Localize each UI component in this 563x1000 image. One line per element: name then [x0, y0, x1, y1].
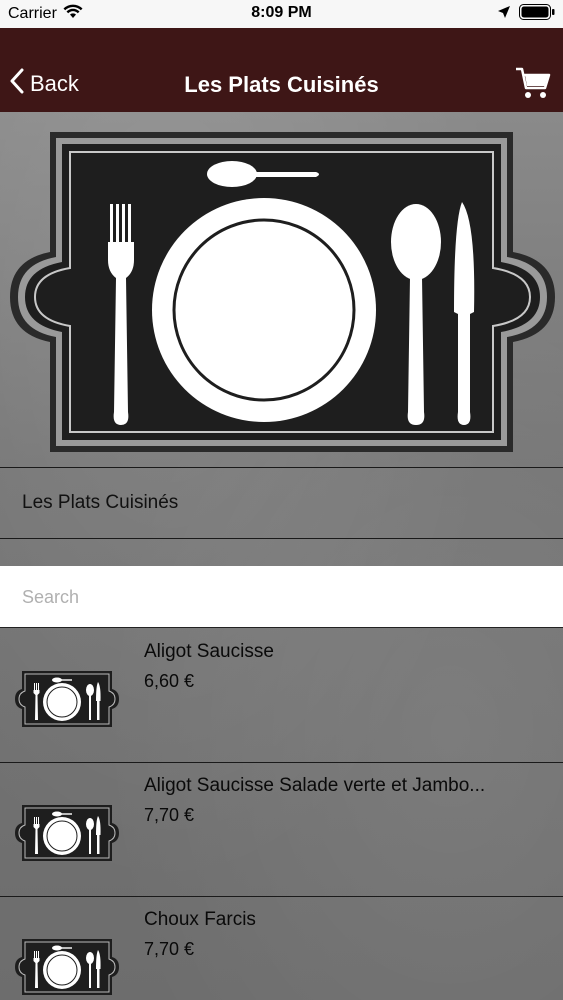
cart-icon — [515, 67, 551, 104]
item-name: Aligot Saucisse — [144, 641, 274, 662]
placemat-illustration — [10, 132, 555, 452]
product-list: Aligot Saucisse 6,60 € Aligot Saucisse S… — [0, 629, 563, 1000]
status-right — [497, 4, 555, 25]
list-item[interactable]: Aligot Saucisse 6,60 € — [0, 629, 563, 763]
status-bar: Carrier 8:09 PM — [0, 0, 563, 28]
item-name: Aligot Saucisse Salade verte et Jambo... — [144, 775, 486, 796]
navigation-bar: Back Les Plats Cuisinés — [0, 28, 563, 112]
item-price: 6,60 € — [144, 671, 195, 691]
category-header: Les Plats Cuisinés — [0, 467, 563, 539]
content-area: Les Plats Cuisinés Aligot Saucisse 6,60 … — [0, 112, 563, 1000]
list-item[interactable]: Aligot Saucisse Salade verte et Jambo...… — [0, 763, 563, 897]
hero-image — [0, 112, 563, 467]
item-price: 7,70 € — [144, 939, 195, 959]
battery-icon — [519, 4, 555, 25]
location-icon — [497, 5, 511, 24]
placemat-thumbnail-icon — [14, 803, 120, 868]
list-item[interactable]: Choux Farcis 7,70 € — [0, 897, 563, 1000]
item-name: Choux Farcis — [144, 909, 256, 930]
status-time: 8:09 PM — [251, 4, 312, 21]
search-bar — [0, 566, 563, 628]
page-title: Les Plats Cuisinés — [184, 72, 379, 97]
category-label: Les Plats Cuisinés — [22, 492, 179, 513]
item-price: 7,70 € — [144, 805, 195, 825]
search-input[interactable] — [22, 582, 542, 612]
placemat-thumbnail-icon — [14, 937, 120, 1000]
cart-button[interactable] — [515, 66, 551, 105]
placemat-thumbnail-icon — [14, 669, 120, 734]
